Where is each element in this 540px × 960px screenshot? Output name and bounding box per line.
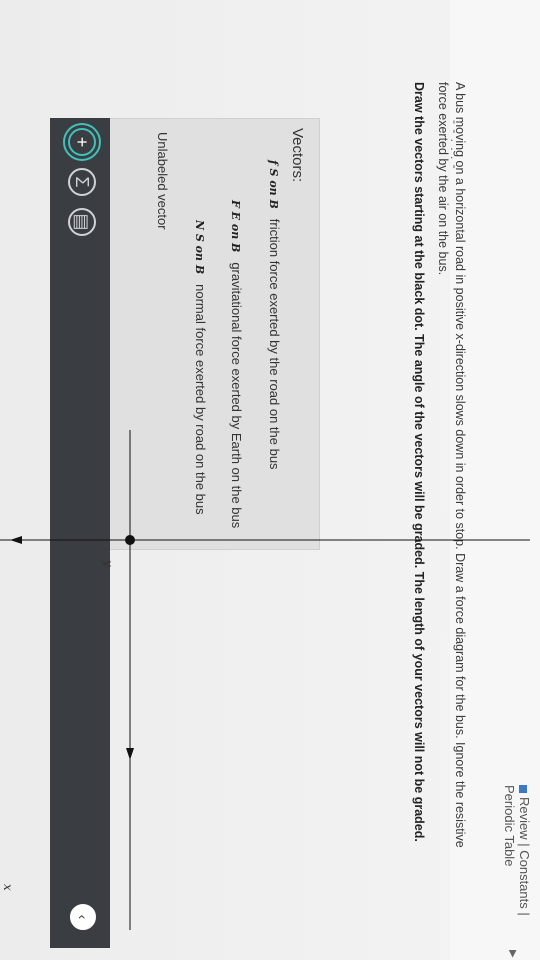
vector-item-friction[interactable]: f S on B friction force exerted by the ro…: [267, 160, 282, 470]
vector-item-gravity[interactable]: F E on B gravitational force exerted by E…: [229, 200, 244, 528]
vector-symbol: N S on B: [193, 220, 206, 275]
vector-label: normal force exerted by road on the bus: [193, 284, 208, 515]
vector-label: friction force exerted by the road on th…: [267, 218, 282, 470]
vectors-title: Vectors:: [289, 128, 306, 183]
vector-item-normal[interactable]: N S on B normal force exerted by road on …: [193, 220, 208, 515]
vector-symbol: F E on B: [229, 200, 242, 253]
vector-item-unlabeled[interactable]: Unlabeled vector: [155, 132, 170, 230]
vector-label: Unlabeled vector: [155, 132, 170, 230]
vectors-list: Vectors: f S on B friction force exerted …: [0, 0, 540, 960]
vector-label: gravitational force exerted by Earth on …: [229, 262, 244, 529]
vector-symbol: f S on B: [267, 160, 280, 209]
